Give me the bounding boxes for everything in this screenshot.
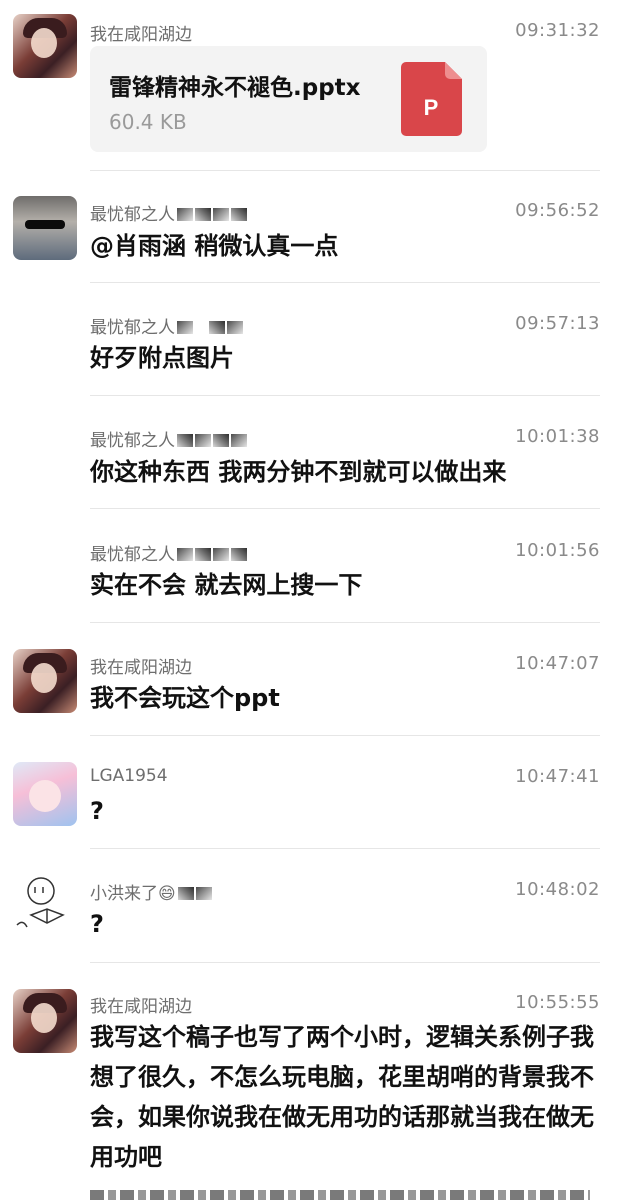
redacted-mark xyxy=(213,548,229,561)
divider xyxy=(90,735,600,736)
sender-name: 我在咸阳湖边 xyxy=(90,997,192,1017)
divider xyxy=(90,395,600,396)
redacted-cutoff-line xyxy=(90,1190,590,1200)
file-icon-letter: P xyxy=(424,95,439,120)
message-time: 10:01:38 xyxy=(515,426,600,447)
redacted-mark xyxy=(231,434,247,447)
message-time: 10:01:56 xyxy=(515,540,600,561)
redacted-mark xyxy=(177,887,194,900)
message-text: 我写这个稿子也写了两个小时，逻辑关系例子我想了很久，不怎么玩电脑，花里胡哨的背景… xyxy=(90,1023,594,1171)
message-time: 10:55:55 xyxy=(515,992,600,1013)
message-time: 10:47:07 xyxy=(515,653,600,674)
redacted-mark xyxy=(195,548,211,561)
redacted-mark xyxy=(231,208,247,221)
message-time: 10:48:02 xyxy=(515,879,600,900)
redacted-mark xyxy=(177,321,193,334)
sender-name: 我在咸阳湖边 xyxy=(90,25,192,45)
avatar[interactable] xyxy=(13,649,77,713)
message-time: 09:56:52 xyxy=(515,200,600,221)
divider xyxy=(90,962,600,963)
sender-name: 最忧郁之人 xyxy=(90,313,243,338)
redacted-mark xyxy=(177,548,193,561)
message-text: ? xyxy=(90,797,104,825)
avatar[interactable] xyxy=(13,196,77,260)
divider xyxy=(90,282,600,283)
divider xyxy=(90,622,600,623)
redacted-mark xyxy=(209,321,225,334)
message-text: 好歹附点图片 xyxy=(90,344,234,372)
redacted-mark xyxy=(213,434,229,447)
redacted-mark xyxy=(195,887,212,900)
file-name: 雷锋精神永不褪色.pptx xyxy=(109,75,361,101)
sender-name: LGA1954 xyxy=(90,766,168,786)
pptx-file-icon: P xyxy=(401,62,462,136)
message-text: @肖雨涵 稍微认真一点 xyxy=(90,232,339,260)
sender-name: 小洪来了😄 xyxy=(90,879,212,904)
divider xyxy=(90,508,600,509)
redacted-mark xyxy=(177,208,193,221)
sender-name: 我在咸阳湖边 xyxy=(90,658,192,678)
message-text: 你这种东西 我两分钟不到就可以做出来 xyxy=(90,458,507,486)
sketch-avatar-icon xyxy=(16,877,65,928)
message-time: 10:47:41 xyxy=(515,766,600,787)
redacted-mark xyxy=(231,548,247,561)
avatar[interactable] xyxy=(13,762,77,826)
file-attachment[interactable]: 雷锋精神永不褪色.pptx 60.4 KB P xyxy=(90,46,487,152)
divider xyxy=(90,848,600,849)
sender-name: 最忧郁之人 xyxy=(90,540,247,565)
message-text: 实在不会 就去网上搜一下 xyxy=(90,571,363,599)
sender-name: 最忧郁之人 xyxy=(90,426,247,451)
sender-name: 最忧郁之人 xyxy=(90,200,247,225)
divider xyxy=(90,170,600,171)
message-text: ? xyxy=(90,910,104,938)
redacted-mark xyxy=(195,208,211,221)
message-text: 我不会玩这个ppt xyxy=(90,684,280,712)
avatar[interactable] xyxy=(13,875,77,939)
message-time: 09:57:13 xyxy=(515,313,600,334)
file-size: 60.4 KB xyxy=(109,110,187,134)
avatar[interactable] xyxy=(13,14,77,78)
message-time: 09:31:32 xyxy=(515,20,600,41)
redacted-mark xyxy=(177,434,193,447)
redacted-mark xyxy=(213,208,229,221)
redacted-mark xyxy=(227,321,243,334)
redacted-mark xyxy=(195,434,211,447)
avatar[interactable] xyxy=(13,989,77,1053)
